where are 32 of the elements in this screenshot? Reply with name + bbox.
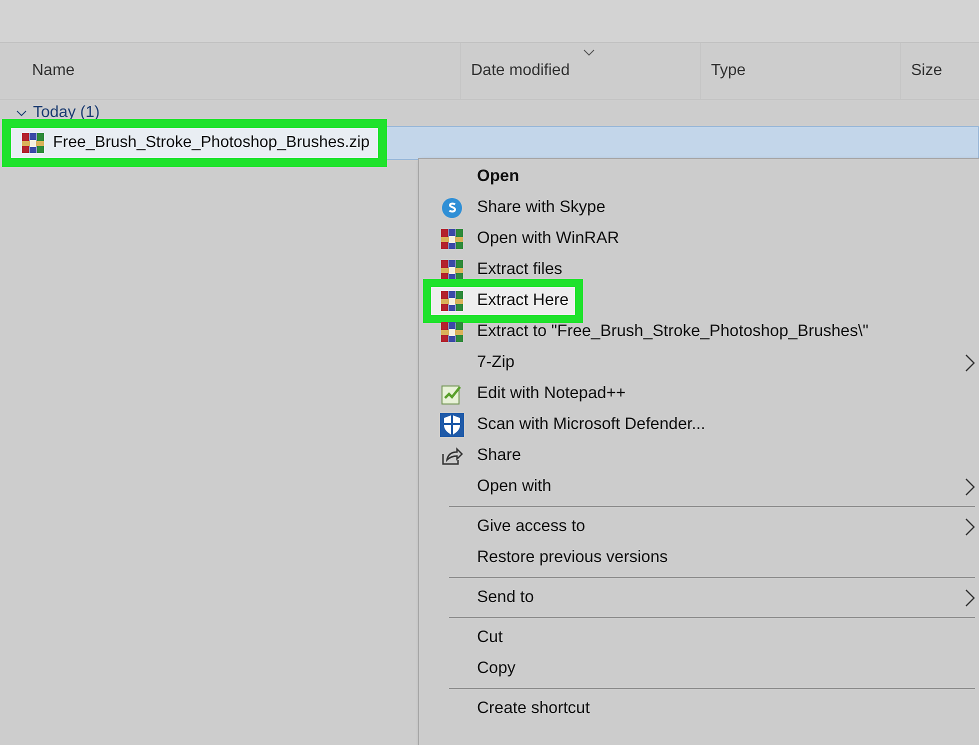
winrar-books-icon xyxy=(440,320,464,342)
winrar-books-icon xyxy=(440,228,464,250)
menu-item[interactable]: Scan with Microsoft Defender... xyxy=(431,410,712,438)
column-header[interactable]: Date modified xyxy=(460,43,700,99)
column-header[interactable]: Name xyxy=(0,43,460,99)
menu-item[interactable]: Restore previous versions xyxy=(431,544,674,572)
winrar-books-icon xyxy=(440,290,464,312)
column-header[interactable]: Type xyxy=(700,43,900,99)
chevron-icon[interactable] xyxy=(16,110,27,116)
menu-item[interactable]: Share with Skype xyxy=(431,194,612,222)
winrar-books-icon xyxy=(440,258,464,280)
column-header[interactable]: Size xyxy=(900,43,979,99)
menu-item[interactable]: Extract to "Free_Brush_Stroke_Photoshop_Brushes\" xyxy=(431,318,874,346)
menu-item[interactable]: Send to xyxy=(431,584,540,612)
menu-item[interactable]: Open with WinRAR xyxy=(431,224,626,252)
menu-item[interactable]: Open xyxy=(431,162,526,190)
menu-item[interactable]: Edit with Notepad++ xyxy=(431,380,632,408)
file-row[interactable]: Free_Brush_Stroke_Photoshop_Brushes.zip xyxy=(10,126,979,160)
menu-item[interactable]: Open with xyxy=(431,472,558,500)
file-name[interactable]: Free_Brush_Stroke_Photoshop_Brushes.zip xyxy=(11,128,378,158)
skype-icon xyxy=(441,196,463,218)
menu-item[interactable]: Cut xyxy=(431,624,509,652)
menu-item[interactable]: Give access to xyxy=(431,512,592,540)
shield-icon xyxy=(439,412,465,438)
menu-item[interactable]: Share xyxy=(431,442,528,470)
share-icon xyxy=(441,446,463,466)
menu-item[interactable]: Extract Here xyxy=(431,286,575,314)
menu-item[interactable]: Copy xyxy=(431,654,522,682)
menu-item[interactable]: 7-Zip xyxy=(431,348,521,376)
menu-item[interactable]: Create shortcut xyxy=(431,694,596,722)
menu-item[interactable]: Extract files xyxy=(431,256,568,284)
winrar-books-icon xyxy=(21,132,45,154)
